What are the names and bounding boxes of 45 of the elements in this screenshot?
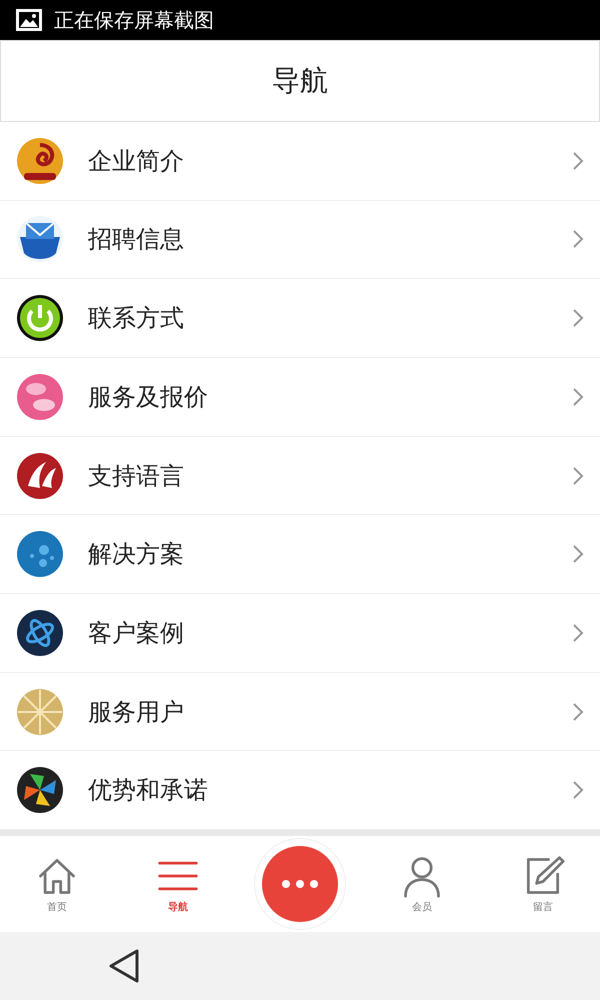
starburst-icon [16,688,64,736]
nav-tab[interactable]: 留言 [498,854,588,915]
nav-tab[interactable]: 会员 [377,854,467,915]
chevron-right-icon [572,702,584,722]
menu-label: 优势和承诺 [88,775,209,806]
menu-item[interactable]: 服务及报价 [0,358,600,437]
menu-item[interactable]: 服务用户 [0,672,600,752]
menu-item[interactable]: 联系方式 [0,279,600,358]
nav-tab[interactable]: 导航 [133,854,223,915]
menu-item[interactable]: 招聘信息 [0,200,600,280]
menu-label: 支持语言 [88,460,185,492]
orbit-icon [16,608,64,657]
water-drops-icon [16,530,64,578]
back-icon[interactable] [108,948,140,984]
chevron-right-icon [572,150,584,171]
chevron-right-icon [572,466,584,486]
menu-item[interactable]: 企业简介 [0,122,600,201]
menu-item[interactable]: 支持语言 [0,436,600,516]
menu-label: 服务及报价 [88,382,209,413]
pinwheel-icon [16,766,64,814]
status-text: 正在保存屏幕截图 [54,6,214,34]
dots-icon [282,880,318,888]
swirl-icon [16,136,64,185]
menu-label: 解决方案 [88,539,185,570]
menu-label: 服务用户 [88,696,185,728]
menu-label: 企业简介 [88,146,185,177]
image-icon [16,8,42,31]
power-icon [16,294,64,342]
menu-label: 客户案例 [88,618,185,649]
menu-item[interactable]: 客户案例 [0,594,600,673]
chevron-right-icon [572,386,584,407]
page-title: 导航 [272,62,328,99]
nav-tab[interactable]: 首页 [12,854,102,915]
menu-label: 联系方式 [88,303,185,334]
menu-item[interactable]: 解决方案 [0,515,600,594]
more-button[interactable] [262,846,338,922]
chevron-right-icon [572,780,584,800]
envelope-icon [16,215,64,264]
chevron-right-icon [572,544,584,564]
flower-icon [16,372,64,421]
chevron-right-icon [572,622,584,643]
menu-label: 招聘信息 [88,224,185,256]
sail-icon [16,452,64,500]
chevron-right-icon [572,229,584,250]
chevron-right-icon [572,308,584,328]
